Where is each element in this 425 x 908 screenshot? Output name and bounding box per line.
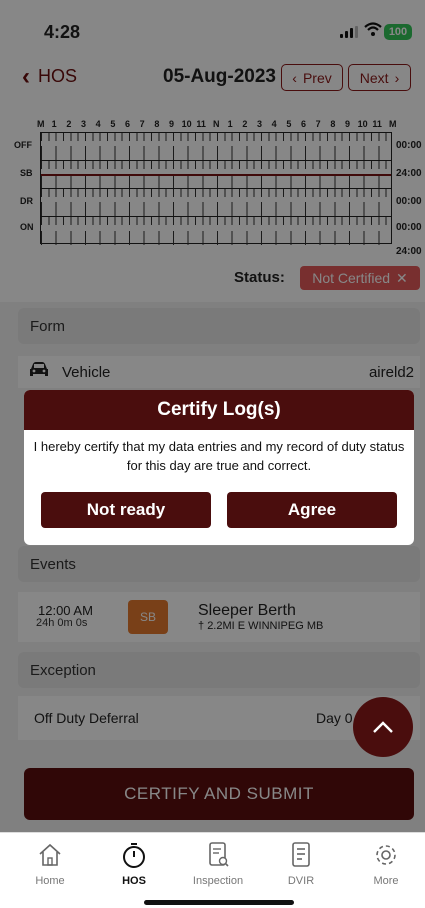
home-indicator: [144, 900, 294, 905]
tab-label-inspection: Inspection: [192, 875, 244, 887]
chevron-up-icon: [373, 721, 393, 733]
tab-label-home: Home: [35, 875, 65, 887]
tab-label-dvir: DVIR: [287, 875, 315, 887]
tab-bar: Home HOS Inspection DVIR More: [0, 832, 425, 908]
home-icon: [39, 843, 61, 866]
tab-more[interactable]: More: [351, 841, 421, 887]
document-icon: [292, 842, 310, 867]
certify-dialog: Certify Log(s) I hereby certify that my …: [24, 390, 414, 545]
agree-button[interactable]: Agree: [227, 492, 397, 528]
inspection-icon: [209, 842, 229, 867]
tab-label-hos: HOS: [122, 875, 146, 887]
gear-icon: [376, 845, 396, 865]
tab-dvir[interactable]: DVIR: [266, 841, 336, 887]
dialog-message: I hereby certify that my data entries an…: [33, 439, 405, 473]
tab-label-more: More: [373, 875, 399, 887]
tab-inspection[interactable]: Inspection: [183, 841, 253, 887]
not-ready-button[interactable]: Not ready: [41, 492, 211, 528]
scroll-top-button[interactable]: [353, 697, 413, 757]
tab-hos[interactable]: HOS: [99, 841, 169, 887]
tab-home[interactable]: Home: [15, 841, 85, 887]
stopwatch-icon: [123, 843, 145, 868]
dialog-title: Certify Log(s): [24, 390, 414, 430]
